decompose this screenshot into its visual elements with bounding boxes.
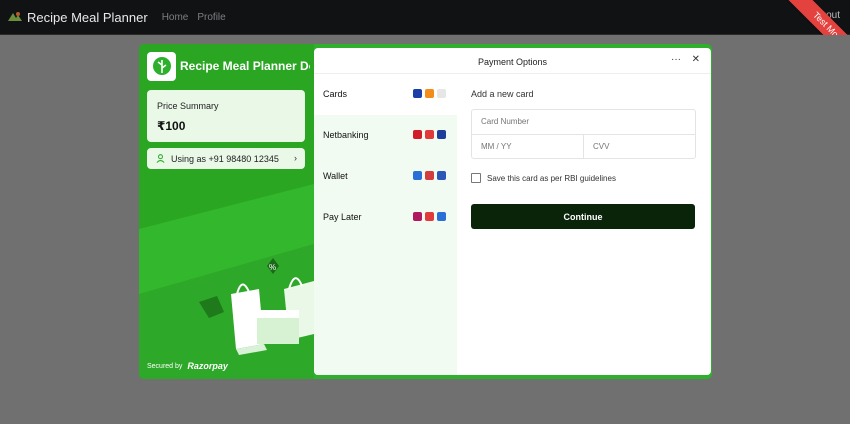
payment-options-title: Payment Options (477, 57, 548, 67)
hdfc-icon (413, 130, 422, 139)
expiry-input[interactable] (481, 142, 576, 151)
cvv-input[interactable] (593, 142, 688, 151)
top-navbar: Recipe Meal Planner Home Profile Logout (0, 0, 850, 35)
sbi-icon (437, 130, 446, 139)
brand-title[interactable]: Recipe Meal Planner (27, 10, 148, 25)
user-contact-card[interactable]: Using as +91 98480 12345 › (147, 148, 305, 169)
close-icon[interactable]: ✕ (692, 54, 700, 65)
add-card-heading: Add a new card (471, 89, 534, 99)
field-divider (583, 135, 584, 158)
user-contact-text: Using as +91 98480 12345 (171, 153, 279, 164)
save-card-label: Save this card as per RBI guidelines (487, 173, 616, 183)
method-pay-later[interactable]: Pay Later (314, 197, 457, 238)
payment-options-header: Payment Options ··· ✕ (314, 48, 711, 74)
price-summary-label: Price Summary (157, 101, 219, 111)
paytm-icon (413, 171, 422, 180)
payment-options-panel: Payment Options ··· ✕ Cards Netbanking W… (314, 48, 711, 375)
airtel-icon (425, 171, 434, 180)
method-netbanking[interactable]: Netbanking (314, 115, 457, 156)
icici-paylater-icon (425, 212, 434, 221)
card-network-icons (413, 89, 446, 98)
mastercard-icon (425, 89, 434, 98)
checkout-modal: % Recipe Meal Planner Do... Price Summar… (139, 44, 712, 379)
tree-logo-icon (152, 56, 171, 75)
method-cards[interactable]: Cards (314, 74, 457, 115)
checkout-left-panel: % Recipe Meal Planner Do... Price Summar… (139, 44, 314, 379)
brand-logo-icon (8, 12, 22, 21)
card-input-group (471, 109, 696, 159)
payment-method-list: Cards Netbanking Wallet Pay Later (314, 74, 457, 375)
card-form: Add a new card Save this card as per RBI… (471, 74, 697, 364)
chevron-right-icon: › (294, 153, 297, 163)
card-number-input[interactable] (481, 117, 681, 126)
merchant-name: Recipe Meal Planner Do... (180, 59, 310, 73)
method-label: Wallet (323, 171, 348, 181)
svg-text:%: % (269, 263, 276, 272)
merchant-logo (147, 52, 176, 81)
nav-link-home[interactable]: Home (162, 12, 189, 23)
user-icon (156, 154, 165, 163)
lazypay-icon (413, 212, 422, 221)
bank-icons (413, 130, 446, 139)
method-label: Cards (323, 89, 348, 99)
method-wallet[interactable]: Wallet (314, 156, 457, 197)
phonepe-icon (437, 171, 446, 180)
method-label: Netbanking (323, 130, 369, 140)
paylater-icons (413, 212, 446, 221)
save-card-checkbox[interactable] (471, 173, 481, 183)
save-card-row[interactable]: Save this card as per RBI guidelines (471, 173, 616, 183)
visa-icon (413, 89, 422, 98)
rupay-icon (437, 89, 446, 98)
icici-icon (425, 130, 434, 139)
price-value: ₹100 (157, 119, 186, 133)
simpl-icon (437, 212, 446, 221)
method-label: Pay Later (323, 212, 362, 222)
wallet-icons (413, 171, 446, 180)
razorpay-logo: Razorpay (187, 361, 228, 371)
secured-by-label: Secured by (147, 362, 183, 370)
continue-button[interactable]: Continue (471, 204, 695, 229)
price-summary-card: Price Summary ₹100 (147, 90, 305, 142)
more-options-icon[interactable]: ··· (671, 54, 681, 65)
nav-link-profile[interactable]: Profile (197, 12, 225, 23)
secured-by: Secured by Razorpay (147, 361, 228, 371)
